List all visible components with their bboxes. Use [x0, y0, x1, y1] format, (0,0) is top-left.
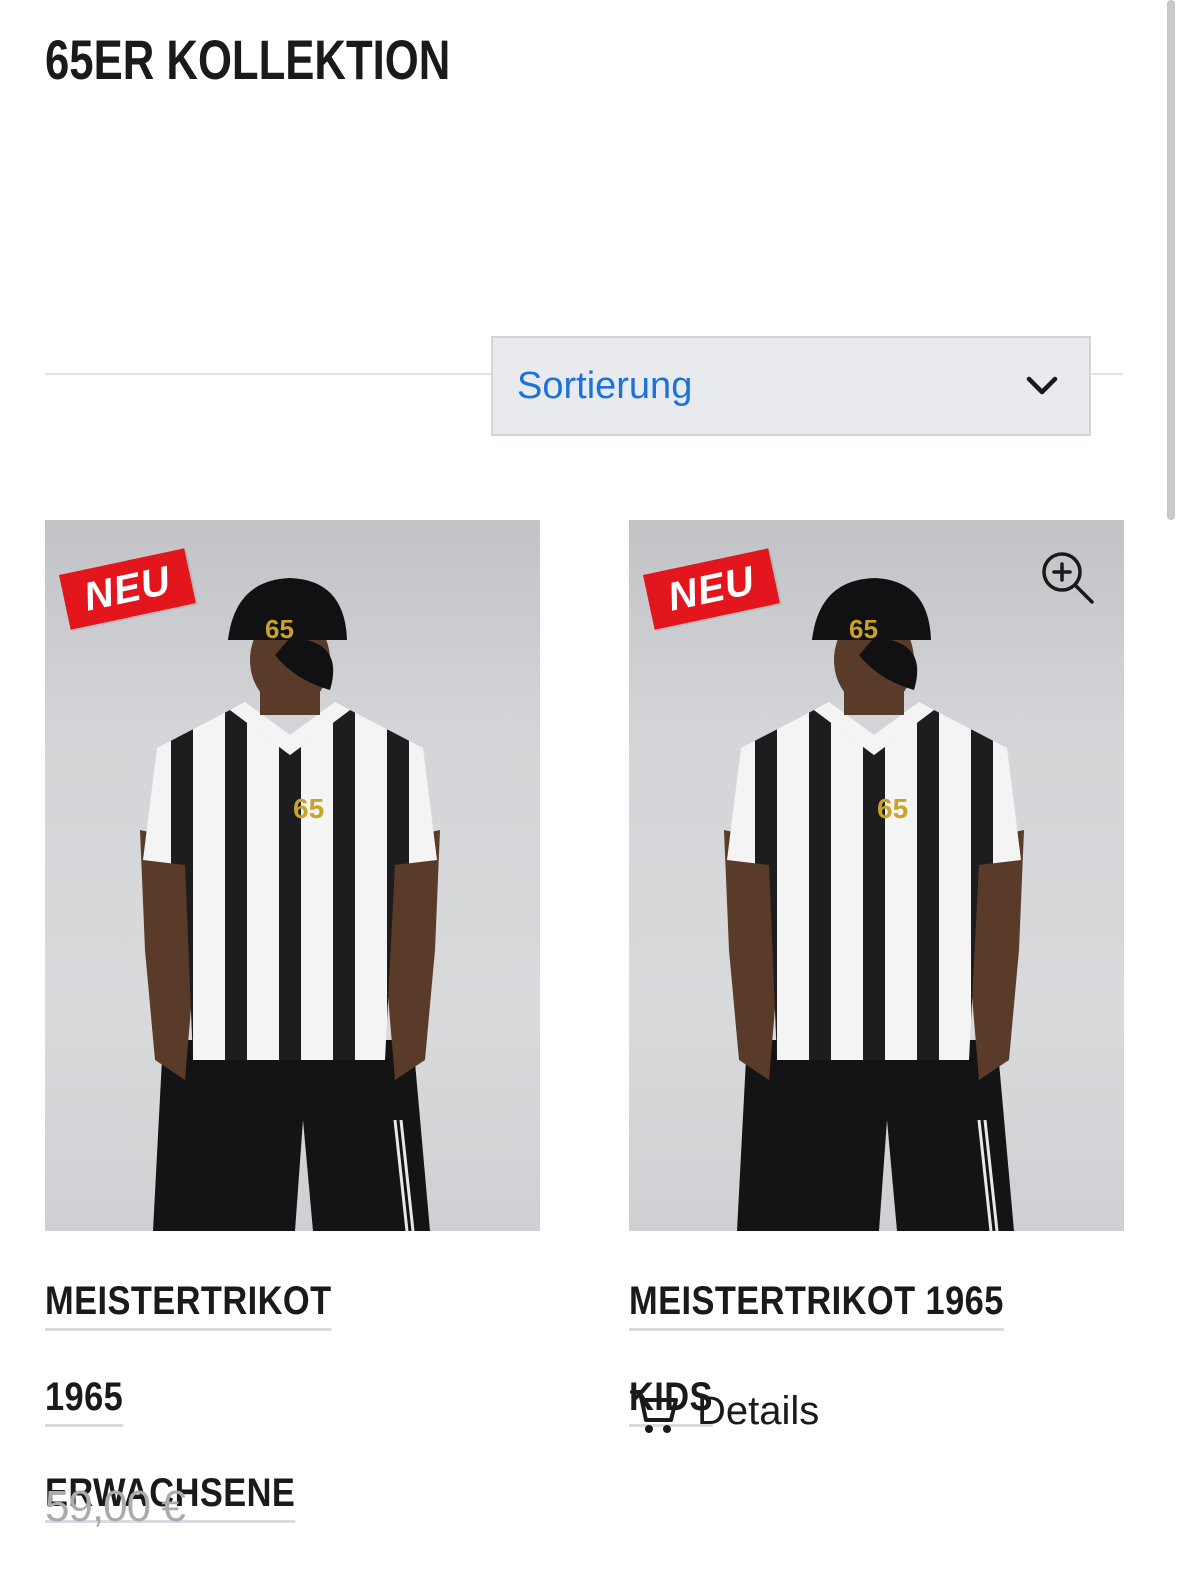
svg-text:65: 65: [877, 793, 908, 824]
details-button[interactable]: Details: [629, 1386, 819, 1436]
sort-dropdown-label: Sortierung: [517, 364, 693, 407]
product-price: 59,00 €: [45, 1482, 186, 1531]
cart-icon: [630, 1390, 678, 1433]
product-card[interactable]: 65 65 NEU MEISTERTRIKOT 1965 ERWACHSENE …: [45, 520, 540, 1531]
sort-dropdown[interactable]: Sortierung: [491, 336, 1091, 436]
product-image[interactable]: 65 65 NEU: [629, 520, 1124, 1231]
product-photo: 65 65: [724, 578, 1024, 1231]
page-title: 65ER KOLLEKTION: [45, 28, 451, 91]
product-name-line1[interactable]: MEISTERTRIKOT 1965: [45, 1279, 332, 1419]
chevron-down-icon: [1026, 376, 1058, 395]
svg-text:65: 65: [849, 614, 878, 644]
details-label: Details: [697, 1388, 820, 1433]
scrollbar[interactable]: [1167, 0, 1175, 520]
product-card[interactable]: 65 65 NEU MEISTERTRIKOT 1965 KIDS Detail…: [629, 520, 1124, 1433]
product-photo: 65 65: [140, 578, 440, 1231]
product-image[interactable]: 65 65 NEU: [45, 520, 540, 1231]
svg-text:65: 65: [265, 614, 294, 644]
svg-text:65: 65: [293, 793, 324, 824]
zoom-in-icon[interactable]: [1038, 548, 1096, 606]
